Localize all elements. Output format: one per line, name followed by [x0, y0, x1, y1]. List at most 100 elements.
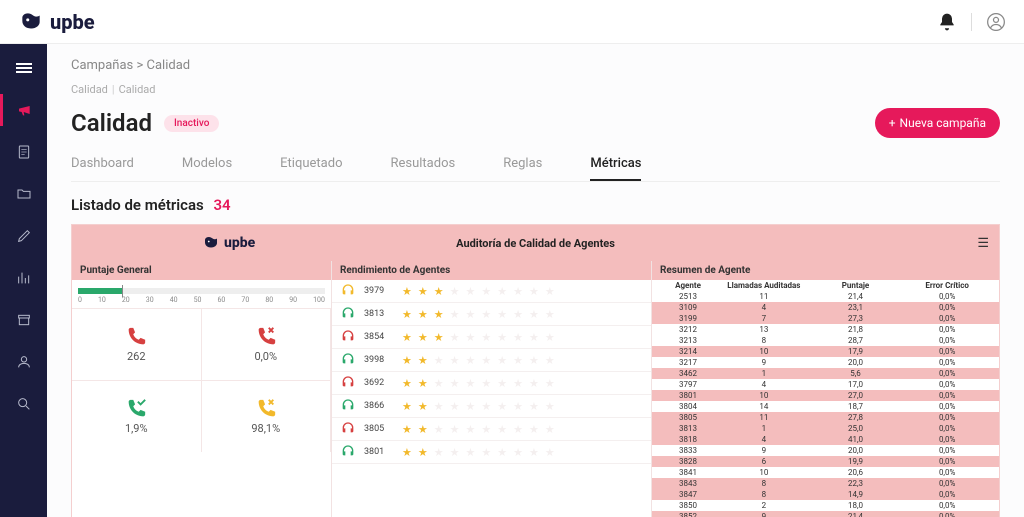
star-icon: ★ [529, 377, 539, 390]
star-icon: ★ [418, 446, 428, 459]
subcrumb-b[interactable]: Calidad [119, 83, 156, 96]
headset-icon [340, 398, 356, 414]
new-button-label: Nueva campaña [900, 116, 986, 130]
star-icon: ★ [402, 331, 412, 344]
bell-icon[interactable] [937, 12, 957, 32]
star-icon: ★ [434, 400, 444, 413]
star-icon: ★ [545, 423, 555, 436]
breadcrumb-root[interactable]: Campañas [71, 58, 133, 73]
report-menu-icon[interactable]: ☰ [977, 236, 989, 251]
stat-grid: 2620,0%1,9%98,1% [72, 308, 331, 452]
star-icon: ★ [466, 446, 476, 459]
sh-agent: Agente [658, 281, 718, 290]
sidebar-users[interactable] [0, 346, 47, 378]
star-icon: ★ [466, 331, 476, 344]
divider [971, 13, 972, 31]
new-campaign-button[interactable]: + Nueva campaña [875, 108, 1000, 138]
sidebar-analytics[interactable] [0, 262, 47, 294]
col2-title: Rendimiento de Agentes [332, 261, 651, 280]
tab-dashboard[interactable]: Dashboard [71, 148, 134, 181]
agent-id: 3805 [364, 424, 394, 434]
star-icon: ★ [402, 285, 412, 298]
sidebar-folder[interactable] [0, 178, 47, 210]
star-icon: ★ [513, 285, 523, 298]
breadcrumb: Campañas > Calidad [71, 58, 1000, 73]
star-icon: ★ [513, 446, 523, 459]
agent-id: 3998 [364, 355, 394, 365]
star-icon: ★ [450, 285, 460, 298]
star-icon: ★ [513, 400, 523, 413]
star-icon: ★ [529, 285, 539, 298]
tab-métricas[interactable]: Métricas [590, 148, 641, 181]
sidebar-search[interactable] [0, 388, 47, 420]
sidebar-edit[interactable] [0, 220, 47, 252]
folder-icon [16, 186, 32, 202]
star-icon: ★ [466, 377, 476, 390]
star-icon: ★ [434, 423, 444, 436]
summary-row: 3850218,00,0% [652, 500, 999, 511]
star-icon: ★ [434, 308, 444, 321]
star-icon: ★ [450, 446, 460, 459]
report-logo-text: upbe [224, 235, 255, 251]
stars: ★★★★★★★★★★ [402, 331, 555, 344]
sidebar-archive[interactable] [0, 304, 47, 336]
tab-modelos[interactable]: Modelos [182, 148, 232, 181]
subtitle-text: Listado de métricas [71, 196, 204, 214]
plus-icon: + [889, 116, 896, 130]
archive-icon [16, 312, 32, 328]
brand-logo[interactable]: upbe [18, 9, 95, 35]
star-icon: ★ [402, 400, 412, 413]
user-icon[interactable] [986, 12, 1006, 32]
star-icon: ★ [402, 446, 412, 459]
star-icon: ★ [450, 331, 460, 344]
star-icon: ★ [529, 400, 539, 413]
sidebar-campaigns[interactable] [0, 94, 47, 126]
sh-score: Puntaje [810, 281, 902, 290]
tick: 50 [194, 296, 202, 304]
col-rendimiento: Rendimiento de Agentes 3979★★★★★★★★★★381… [332, 261, 652, 517]
star-icon: ★ [497, 331, 507, 344]
report-title: Auditoría de Calidad de Agentes [456, 237, 615, 250]
headset-icon [340, 352, 356, 368]
tick: 80 [265, 296, 273, 304]
subcrumb-a[interactable]: Calidad [71, 83, 108, 96]
stat-cell: 262 [72, 308, 202, 380]
star-icon: ★ [497, 423, 507, 436]
stars: ★★★★★★★★★★ [402, 423, 555, 436]
sub-breadcrumb: Calidad|Calidad [71, 83, 1000, 96]
tab-reglas[interactable]: Reglas [503, 148, 542, 181]
star-icon: ★ [497, 446, 507, 459]
star-icon: ★ [513, 377, 523, 390]
summary-row: 32141017,90,0% [652, 346, 999, 357]
report-header: upbe Auditoría de Calidad de Agentes ☰ [72, 225, 999, 261]
star-icon: ★ [529, 446, 539, 459]
headset-icon [340, 329, 356, 345]
star-icon: ★ [497, 285, 507, 298]
stars: ★★★★★★★★★★ [402, 308, 555, 321]
sidebar-hamburger[interactable] [0, 52, 47, 84]
col3-title: Resumen de Agente [652, 261, 999, 280]
star-icon: ★ [481, 377, 491, 390]
agent-id: 3813 [364, 309, 394, 319]
star-icon: ★ [529, 354, 539, 367]
star-icon: ★ [481, 446, 491, 459]
star-icon: ★ [450, 308, 460, 321]
star-icon: ★ [545, 377, 555, 390]
summary-head: Agente Llamadas Auditadas Puntaje Error … [652, 280, 999, 291]
star-icon: ★ [418, 400, 428, 413]
star-icon: ★ [402, 377, 412, 390]
star-icon: ★ [545, 446, 555, 459]
topbar: upbe [0, 0, 1024, 44]
headset-icon [340, 421, 356, 437]
metrics-subtitle: Listado de métricas 34 [71, 196, 1000, 214]
chart-icon [16, 270, 32, 286]
stat-cell: 98,1% [202, 380, 332, 452]
perf-row: 3854★★★★★★★★★★ [332, 326, 651, 349]
search-icon [16, 396, 32, 412]
document-icon [16, 144, 32, 160]
summary-row: 346215,60,0% [652, 368, 999, 379]
tab-etiquetado[interactable]: Etiquetado [280, 148, 342, 181]
tick: 70 [241, 296, 249, 304]
tab-resultados[interactable]: Resultados [390, 148, 455, 181]
sidebar-docs[interactable] [0, 136, 47, 168]
